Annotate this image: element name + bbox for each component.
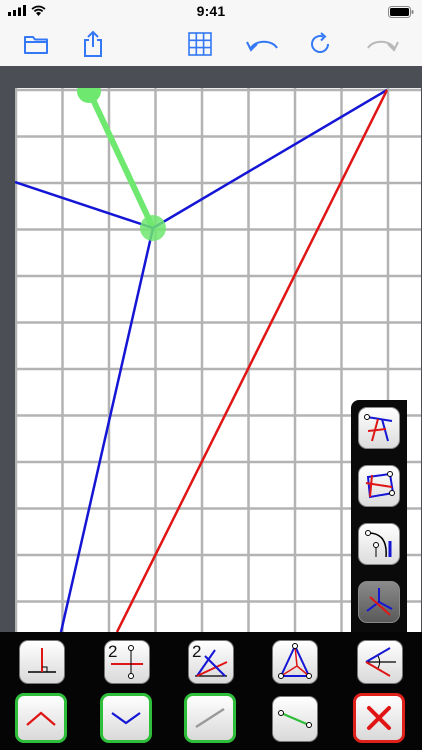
- perpendicular-tool-icon: [28, 648, 56, 673]
- green-segment[interactable]: [86, 88, 156, 231]
- quadrilateral-transform-icon: [365, 471, 395, 499]
- rotate-icon: [311, 32, 329, 53]
- share-icon: [84, 30, 102, 57]
- delete-button[interactable]: [353, 693, 405, 743]
- folder-icon: [24, 36, 48, 54]
- quadrilateral-transform-button[interactable]: [358, 465, 400, 507]
- transform-palette: [351, 400, 407, 632]
- top-toolbar: [0, 22, 422, 67]
- angle-tool-icon: [365, 647, 396, 677]
- redo-button[interactable]: [362, 28, 402, 60]
- angle-bisector-tool-label: 2: [192, 642, 202, 661]
- perpendicular-tool-button[interactable]: [19, 640, 65, 684]
- status-bar: 9:41: [0, 0, 422, 22]
- bisector-tool-label: 2: [108, 642, 118, 661]
- delete-icon: [367, 706, 391, 730]
- arc-transform-icon: [365, 530, 392, 558]
- redo-icon: [367, 40, 399, 52]
- battery-icon: [388, 6, 414, 18]
- arc-transform-button[interactable]: [358, 523, 400, 565]
- perpendicular-transform-button[interactable]: [358, 407, 400, 449]
- blue-line-down[interactable]: [59, 227, 155, 632]
- perpendicular-transform-icon: [364, 414, 393, 442]
- green-point-top[interactable]: [77, 88, 101, 103]
- green-vertex-point[interactable]: [140, 215, 166, 241]
- blue-angle-line-icon: [111, 712, 141, 725]
- undo-button[interactable]: [243, 28, 283, 60]
- bottom-toolbar: 2 2: [0, 632, 422, 750]
- red-line[interactable]: [115, 89, 389, 632]
- gray-line-button[interactable]: [184, 693, 236, 743]
- undo-icon: [246, 40, 278, 52]
- red-angle-line-icon: [26, 711, 56, 726]
- green-segment-icon: [278, 710, 312, 728]
- red-angle-line-button[interactable]: [15, 693, 67, 743]
- blue-angle-line-button[interactable]: [100, 693, 152, 743]
- triangle-tool-icon: [278, 643, 312, 679]
- status-time: 9:41: [196, 3, 226, 19]
- status-right-icons: [388, 5, 414, 23]
- grid-button[interactable]: [184, 28, 216, 60]
- green-segment-button[interactable]: [272, 696, 318, 742]
- rotate-button[interactable]: [305, 28, 337, 60]
- folder-button[interactable]: [20, 28, 52, 60]
- three-lines-button[interactable]: [358, 581, 400, 623]
- triangle-tool-button[interactable]: [272, 640, 318, 684]
- angle-tool-button[interactable]: [357, 640, 403, 684]
- bisector-tool-button[interactable]: 2: [104, 640, 150, 684]
- angle-bisector-tool-button[interactable]: 2: [188, 640, 234, 684]
- gray-line-icon: [195, 707, 225, 729]
- three-lines-icon: [366, 588, 393, 616]
- grid-icon: [188, 32, 212, 56]
- share-button[interactable]: [77, 28, 109, 60]
